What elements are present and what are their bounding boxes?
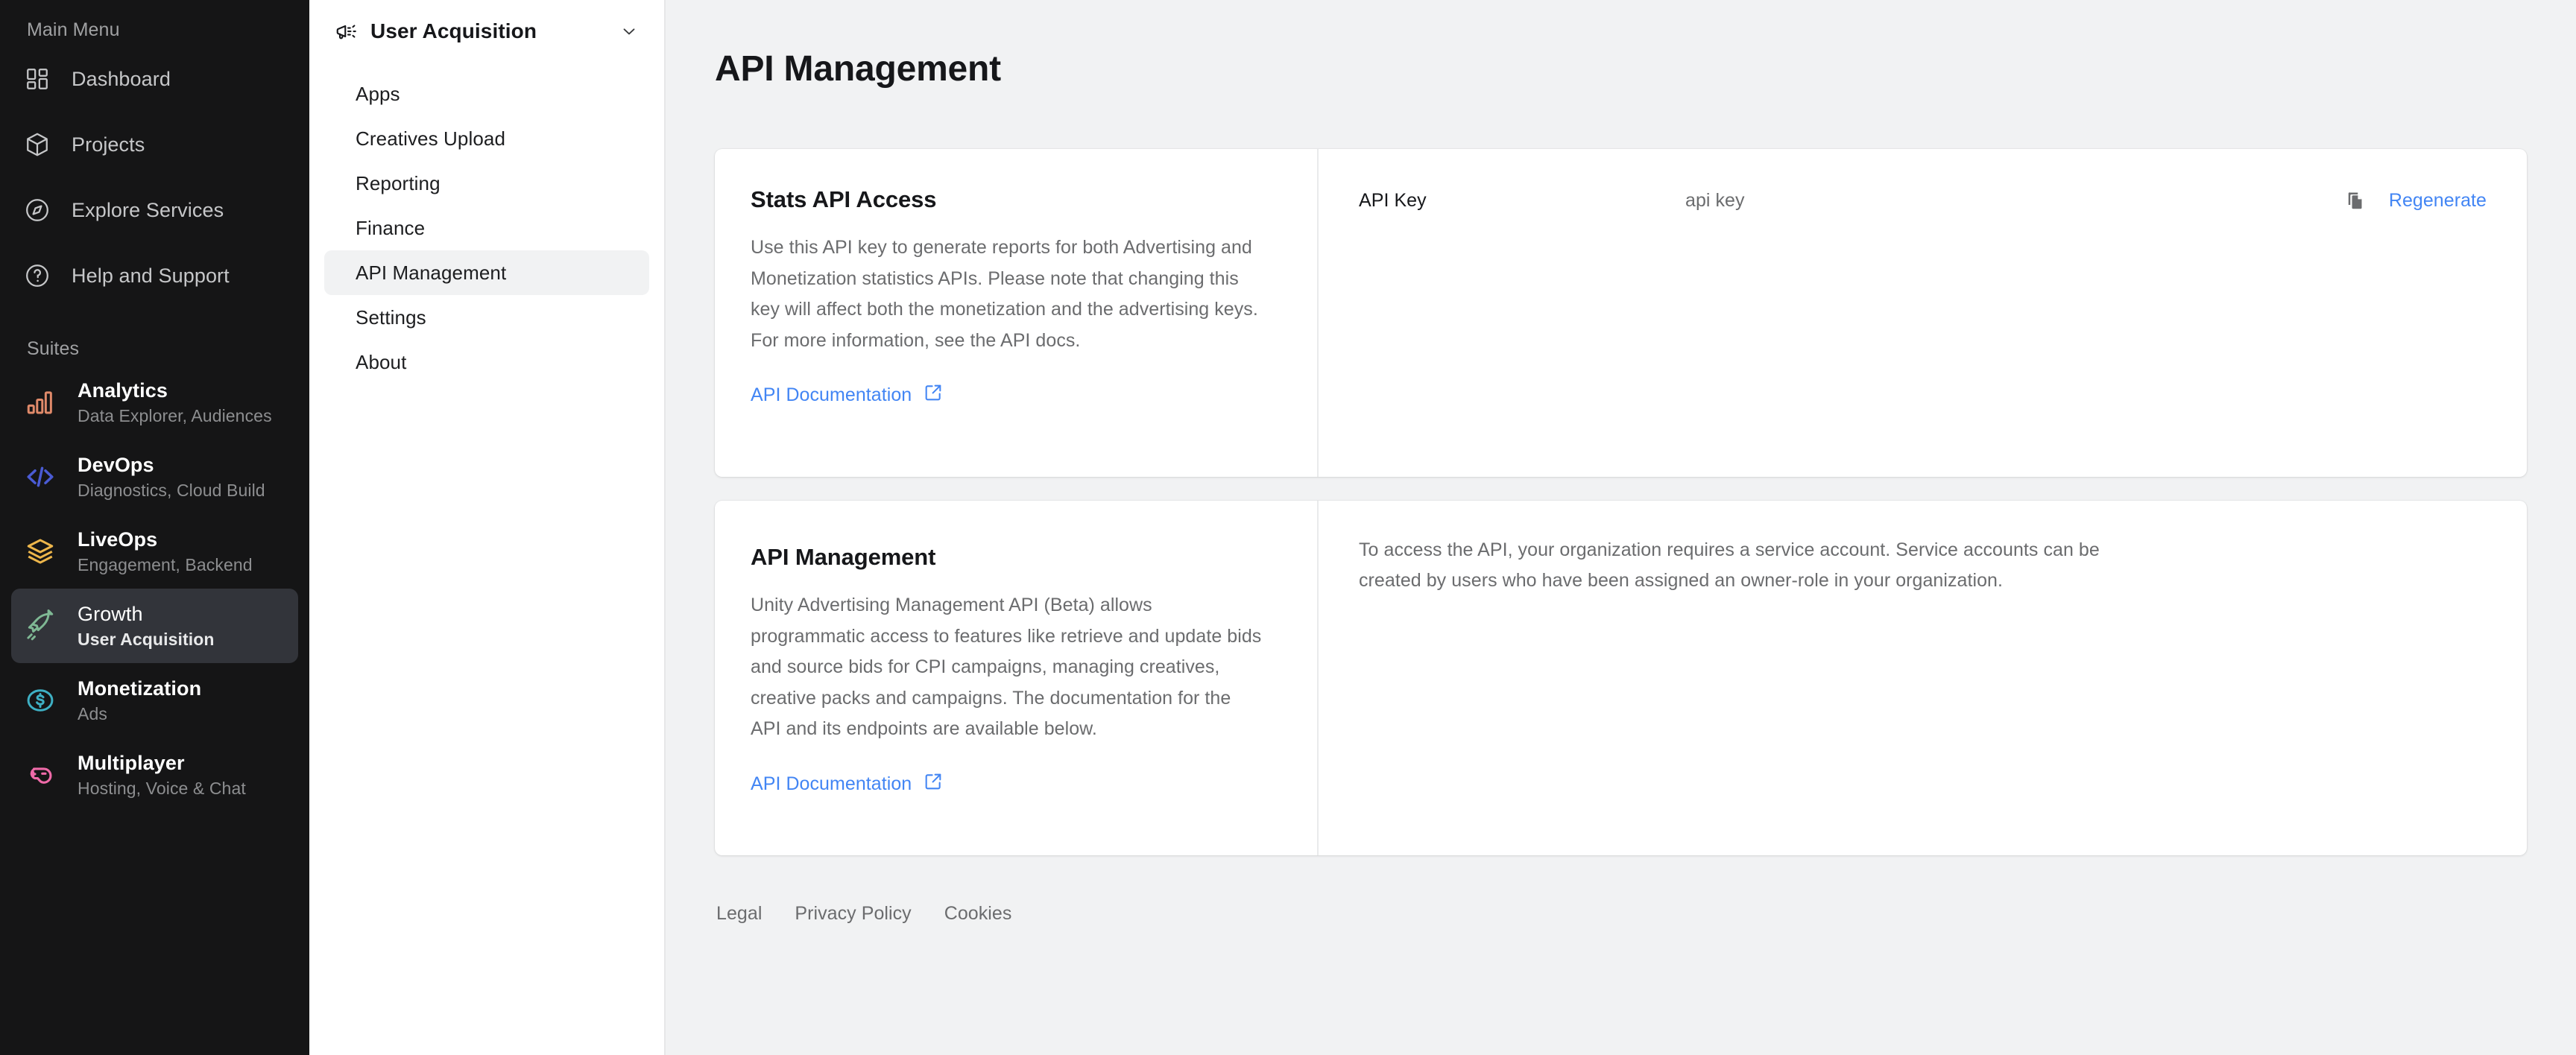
copy-icon[interactable]	[2340, 186, 2370, 215]
sidebar-suite-monetization[interactable]: Monetization Ads	[11, 663, 298, 738]
external-link-icon	[924, 383, 943, 408]
suite-subtitle: Data Explorer, Audiences	[78, 405, 272, 425]
suite-title: Multiplayer	[78, 751, 185, 774]
suite-subtitle: Ads	[78, 703, 107, 723]
management-card-right: To access the API, your organization req…	[1319, 501, 2527, 855]
cube-icon	[22, 130, 52, 159]
sidebar-suite-analytics[interactable]: Analytics Data Explorer, Audiences	[11, 365, 298, 440]
suite-subtitle: User Acquisition	[78, 629, 215, 649]
suite-title: LiveOps	[78, 528, 158, 551]
sidebar-item-label: Projects	[72, 133, 145, 156]
suite-subtitle: Diagnostics, Cloud Build	[78, 480, 265, 500]
page-title: API Management	[715, 49, 1001, 89]
sidebar-section-suites: Suites	[27, 338, 80, 359]
api-key-value: api key	[1685, 189, 1745, 211]
footer-link-cookies[interactable]: Cookies	[944, 903, 1012, 925]
sidebar-suite-liveops[interactable]: LiveOps Engagement, Backend	[11, 514, 298, 589]
subnav-item-reporting[interactable]: Reporting	[324, 161, 649, 206]
gamepad-icon	[22, 757, 58, 793]
api-key-row: API Key api key Regenerate	[1359, 183, 2487, 218]
footer-link-privacy-policy[interactable]: Privacy Policy	[795, 903, 911, 925]
sidebar-suite-growth[interactable]: Growth User Acquisition	[11, 589, 298, 663]
stats-card-heading: Stats API Access	[751, 186, 937, 212]
management-card-body: Unity Advertising Management API (Beta) …	[751, 595, 1262, 739]
subnav-item-settings[interactable]: Settings	[324, 295, 649, 340]
sidebar-item-dashboard[interactable]: Dashboard	[0, 46, 309, 112]
service-account-note: To access the API, your organization req…	[1359, 539, 2100, 591]
stats-card-right: API Key api key Regenerate	[1319, 149, 2527, 477]
question-circle-icon	[22, 261, 52, 291]
footer-links: Legal Privacy Policy Cookies	[715, 903, 2527, 925]
subnav-item-api-management[interactable]: API Management	[324, 250, 649, 295]
suite-subtitle: Hosting, Voice & Chat	[78, 778, 246, 798]
suite-title: Growth	[78, 602, 143, 625]
subnav-item-apps[interactable]: Apps	[324, 72, 649, 116]
dashboard-grid-icon	[22, 64, 52, 94]
external-link-icon	[924, 772, 943, 796]
api-management-card: API Management Unity Advertising Managem…	[715, 501, 2527, 855]
subnav-title: User Acquisition	[370, 19, 537, 42]
subnav-item-finance[interactable]: Finance	[324, 206, 649, 250]
suite-title: Analytics	[78, 378, 168, 402]
subnav-header[interactable]: User Acquisition	[309, 4, 664, 58]
app-root: Main Menu Dashboard Projects Explore Ser…	[0, 0, 2576, 1055]
subnav-item-creatives-upload[interactable]: Creatives Upload	[324, 116, 649, 161]
sidebar-item-explore-services[interactable]: Explore Services	[0, 177, 309, 243]
doc-link-label: API Documentation	[751, 773, 912, 794]
sidebar-item-help-and-support[interactable]: Help and Support	[0, 243, 309, 308]
footer-link-legal[interactable]: Legal	[716, 903, 762, 925]
layers-icon	[22, 533, 58, 569]
megaphone-icon	[333, 19, 359, 44]
stats-api-documentation-link[interactable]: API Documentation	[751, 383, 943, 408]
compass-icon	[22, 195, 52, 225]
sidebar-item-label: Help and Support	[72, 264, 230, 287]
sidebar-section-main-menu: Main Menu	[27, 19, 120, 40]
doc-link-label: API Documentation	[751, 384, 912, 405]
api-key-actions: Regenerate	[2340, 186, 2487, 215]
dollar-circle-icon	[22, 682, 58, 718]
main-content: API Management Stats API Access Use this…	[666, 0, 2576, 1055]
stats-card-body: Use this API key to generate reports for…	[751, 237, 1258, 351]
sidebar-suite-multiplayer[interactable]: Multiplayer Hosting, Voice & Chat	[11, 738, 298, 812]
suite-title: DevOps	[78, 453, 154, 476]
stats-card-left: Stats API Access Use this API key to gen…	[715, 149, 1319, 477]
management-api-documentation-link[interactable]: API Documentation	[751, 772, 943, 796]
stats-api-access-card: Stats API Access Use this API key to gen…	[715, 149, 2527, 477]
sidebar-item-label: Dashboard	[72, 67, 171, 90]
management-card-left: API Management Unity Advertising Managem…	[715, 501, 1319, 855]
subnav-list: Apps Creatives Upload Reporting Finance …	[309, 72, 664, 384]
code-brackets-icon	[22, 459, 58, 495]
sidebar-item-label: Explore Services	[72, 198, 224, 221]
chevron-down-icon[interactable]	[618, 20, 640, 42]
suite-subtitle: Engagement, Backend	[78, 554, 253, 574]
sidebar-item-projects[interactable]: Projects	[0, 112, 309, 177]
secondary-nav: User Acquisition Apps Creatives Upload R…	[309, 0, 666, 1055]
suite-title: Monetization	[78, 677, 202, 700]
regenerate-button[interactable]: Regenerate	[2389, 190, 2487, 212]
api-key-label: API Key	[1359, 189, 1427, 211]
rocket-icon	[22, 608, 58, 644]
subnav-item-about[interactable]: About	[324, 340, 649, 384]
primary-sidebar: Main Menu Dashboard Projects Explore Ser…	[0, 0, 309, 1055]
management-card-heading: API Management	[751, 544, 936, 570]
sidebar-suite-devops[interactable]: DevOps Diagnostics, Cloud Build	[11, 440, 298, 514]
bar-chart-icon	[22, 384, 58, 420]
